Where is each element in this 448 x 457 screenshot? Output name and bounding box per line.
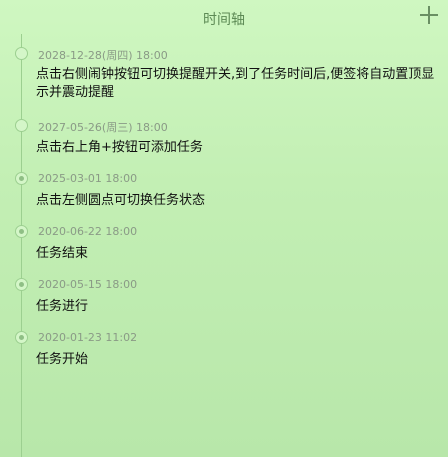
timeline-date: 2020-05-15 18:00 (38, 278, 138, 291)
timeline-text: 任务结束 (36, 246, 89, 261)
timeline-text: 点击右上角+按钮可添加任务 (36, 140, 203, 155)
timeline-date: 2020-01-23 11:02 (38, 331, 138, 344)
header: 时间轴 (0, 0, 448, 34)
timeline-app: 时间轴 2028-12-28(周四) 18:00 点击右侧闹钟按钮可切换提醒开关… (0, 0, 448, 457)
timeline-date: 2027-05-26(周三) 18:00 (38, 121, 168, 134)
status-toggle-dot[interactable] (15, 172, 28, 185)
status-toggle-dot[interactable] (15, 225, 28, 238)
timeline-text: 任务开始 (36, 352, 89, 367)
status-toggle-dot[interactable] (15, 47, 28, 60)
plus-icon[interactable] (420, 6, 438, 24)
timeline-line (21, 34, 22, 457)
timeline-date: 2028-12-28(周四) 18:00 (38, 49, 168, 62)
timeline-text: 任务进行 (36, 299, 89, 314)
timeline-text: 点击左侧圆点可切换任务状态 (36, 193, 206, 208)
status-toggle-dot[interactable] (15, 331, 28, 344)
status-toggle-dot[interactable] (15, 119, 28, 132)
timeline-date: 2020-06-22 18:00 (38, 225, 138, 238)
timeline-date: 2025-03-01 18:00 (38, 172, 138, 185)
timeline-text: 点击右侧闹钟按钮可切换提醒开关,到了任务时间后,便签将自动置顶显示并震动提醒 (36, 67, 435, 100)
page-title: 时间轴 (203, 12, 245, 28)
status-toggle-dot[interactable] (15, 278, 28, 291)
